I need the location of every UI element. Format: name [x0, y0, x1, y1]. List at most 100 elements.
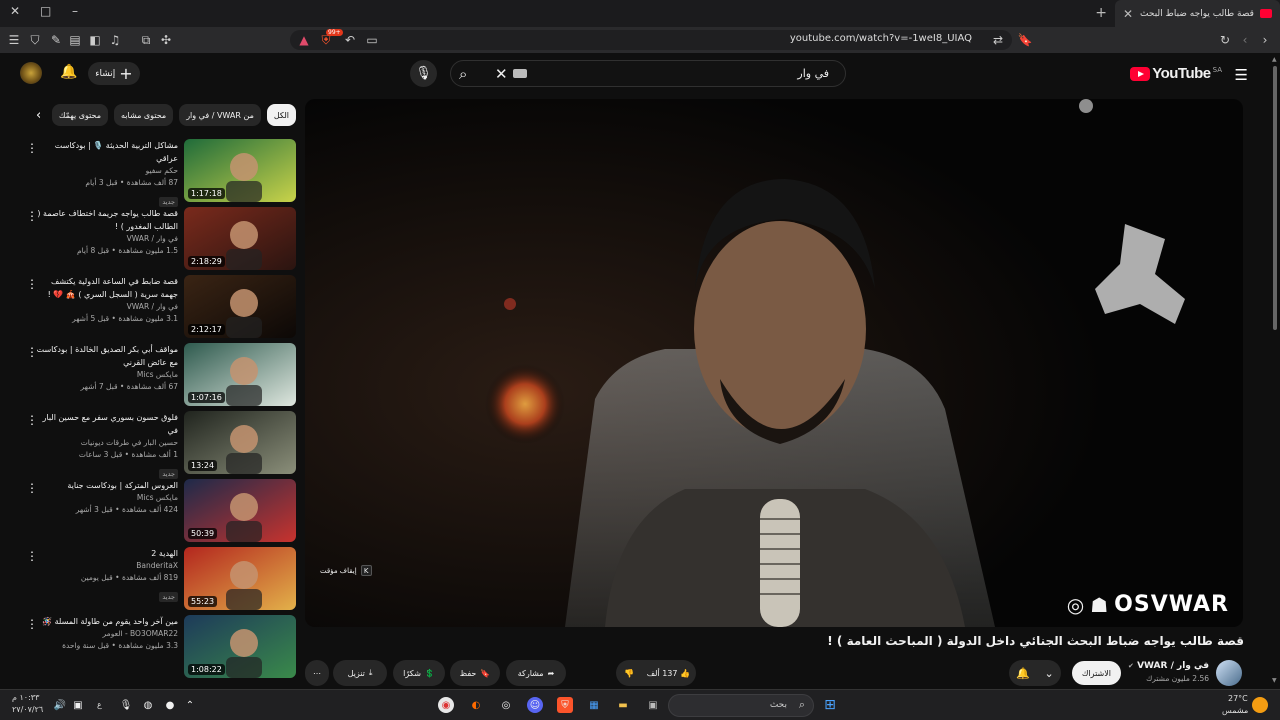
video-thumbnail[interactable]: 1:08:22 — [184, 615, 296, 678]
screenshot-icon[interactable]: ⧉ — [138, 32, 154, 48]
chip-all[interactable]: الكل — [266, 104, 296, 126]
video-thumbnail[interactable]: 2:12:17 — [184, 275, 296, 338]
language-indicator[interactable]: ع — [97, 700, 102, 709]
show-hidden-icons-icon[interactable]: ⌃ — [182, 697, 198, 713]
subscribe-button[interactable]: الاشتراك — [1071, 661, 1121, 685]
more-options-icon[interactable]: ⋮ — [26, 549, 38, 563]
more-options-icon[interactable]: ⋮ — [26, 277, 38, 291]
related-video-title[interactable]: مواقف أبي بكر الصديق الخالدة | بودكاست م… — [32, 343, 178, 369]
minimize-window-icon[interactable]: – — [72, 4, 78, 18]
weather-desc[interactable]: مشمس — [1222, 706, 1248, 715]
notifications-bell-icon[interactable]: 🔔 — [60, 64, 77, 80]
related-video-item[interactable]: 55:23 الهدية 2 BanderitaX 819 ألف مشاهدة • … — [24, 547, 296, 615]
brave-rewards-icon[interactable]: ▲ — [296, 32, 312, 48]
keyboard-icon[interactable] — [513, 69, 527, 78]
record-tray-icon[interactable]: ● — [162, 697, 178, 713]
shield-icon[interactable]: ⛉ — [27, 32, 43, 48]
clock-time[interactable]: ١٠:٣٣ م — [12, 693, 39, 702]
back-icon[interactable]: ‹ — [1237, 32, 1253, 48]
mic-tray-icon[interactable]: 🎙 — [118, 697, 134, 713]
close-tab-icon[interactable]: ✕ — [1123, 7, 1133, 21]
related-video-title[interactable]: مين آخر واحد يقوم من طاولة المسلة 🪅 — [32, 615, 178, 628]
clock-date[interactable]: ٢٧/٠٧/٢٦ — [12, 705, 43, 714]
obs-icon[interactable]: ◎ — [498, 697, 514, 713]
related-video-item[interactable]: 2:12:17 قصة ضابط في الساعة الدولية يكتشف … — [24, 275, 296, 343]
chip-from-channel[interactable]: من VWAR / في وار — [179, 104, 261, 126]
video-thumbnail[interactable]: 1:07:16 — [184, 343, 296, 406]
browser-tab[interactable]: قصة طالب يواجه ضباط البحث ال ✕ — [1115, 0, 1280, 27]
related-video-item[interactable]: 13:24 فلوق حسون بسوري سفر مع حسين البار ف… — [24, 411, 296, 479]
video-thumbnail[interactable]: 55:23 — [184, 547, 296, 610]
channel-name[interactable]: في وار / VWAR ✔ — [1128, 661, 1209, 671]
related-video-title[interactable]: قصة طالب يواجه جريمة اختطاف عاصمة ( الطا… — [32, 207, 178, 233]
pen-icon[interactable]: ✎ — [48, 32, 64, 48]
create-button[interactable]: إنشاء + — [88, 62, 140, 85]
related-video-title[interactable]: فلوق حسون بسوري سفر مع حسين البار في — [32, 411, 178, 437]
share-button[interactable]: ➦ مشاركة — [506, 660, 566, 686]
video-thumbnail[interactable]: 1:17:18 — [184, 139, 296, 202]
network-icon[interactable]: ▣ — [70, 697, 86, 713]
address-bar[interactable]: ▲ ⛨ 99+ ↶ ▭ youtube.com/watch?v=-1weI8_U… — [290, 29, 1012, 50]
related-channel-name[interactable]: حسين البار في طرقات ديونيات — [32, 437, 178, 449]
guide-menu-icon[interactable]: ☰ — [1235, 66, 1248, 84]
scroll-up-icon[interactable]: ▲ — [1272, 56, 1277, 63]
voice-search-button[interactable]: 🎙 — [410, 60, 437, 87]
related-video-item[interactable]: 2:18:29 قصة طالب يواجه جريمة اختطاف عاصمة… — [24, 207, 296, 275]
page-scrollbar[interactable]: ▲ ▼ — [1272, 56, 1278, 684]
more-options-icon[interactable]: ⋮ — [26, 617, 38, 631]
scrollbar-thumb[interactable] — [1273, 66, 1277, 330]
youtube-logo[interactable]: YouTube SA — [1130, 65, 1222, 82]
related-channel-name[interactable]: مايكس Mics — [32, 492, 178, 504]
reader-icon[interactable]: ▤ — [67, 32, 83, 48]
chrome-icon[interactable]: ◉ — [438, 697, 454, 713]
video-thumbnail[interactable]: 13:24 — [184, 411, 296, 474]
file-explorer-icon[interactable]: ▬ — [615, 697, 631, 713]
firefox-icon[interactable]: ◐ — [468, 697, 484, 713]
clear-search-icon[interactable]: ✕ — [495, 65, 508, 83]
menu-icon[interactable]: ☰ — [6, 32, 22, 48]
related-video-title[interactable]: مشاكل التربية الحديثة 🎙️ | بودكاست عراقي — [32, 139, 178, 165]
more-actions-button[interactable]: ⋯ — [305, 660, 329, 686]
chip-similar[interactable]: محتوى مشابه — [114, 104, 174, 126]
channel-avatar[interactable] — [1216, 660, 1242, 686]
chip-for-you[interactable]: محتوى يهمّك — [51, 104, 108, 126]
related-video-item[interactable]: 1:17:18 مشاكل التربية الحديثة 🎙️ | بودكاس… — [24, 139, 296, 207]
related-channel-name[interactable]: في وار / VWAR — [32, 301, 178, 313]
discord-icon[interactable]: ☺ — [527, 697, 543, 713]
extensions-icon[interactable]: ✣ — [158, 32, 174, 48]
bookmark-icon[interactable]: 🔖 — [1017, 32, 1033, 48]
close-window-icon[interactable]: ✕ — [10, 4, 20, 18]
maximize-window-icon[interactable]: □ — [40, 4, 51, 18]
task-view-icon[interactable]: ▣ — [645, 697, 661, 713]
tray-app-icon[interactable]: ◍ — [140, 697, 156, 713]
site-settings-icon[interactable]: ⇄ — [990, 32, 1006, 48]
thanks-button[interactable]: 💲 شكرًا — [393, 660, 445, 686]
sidebar-icon[interactable]: ◧ — [87, 32, 103, 48]
related-video-title[interactable]: قصة ضابط في الساعة الدولية يكتشف جهمة سر… — [32, 275, 178, 301]
weather-temp[interactable]: 27°C — [1228, 694, 1248, 703]
more-options-icon[interactable]: ⋮ — [26, 141, 38, 155]
more-options-icon[interactable]: ⋮ — [26, 413, 38, 427]
weather-sun-icon[interactable] — [1252, 697, 1268, 713]
related-channel-name[interactable]: مايكس Mics — [32, 369, 178, 381]
forward-icon[interactable]: › — [1257, 32, 1273, 48]
video-thumbnail[interactable]: 50:39 — [184, 479, 296, 542]
reload-icon[interactable]: ↻ — [1217, 32, 1233, 48]
save-button[interactable]: 🔖 حفظ — [450, 660, 500, 686]
related-video-title[interactable]: العروس المتركة | بودكاست جناية — [32, 479, 178, 492]
new-tab-button[interactable]: + — [1095, 5, 1107, 21]
related-channel-name[interactable]: حكم سفيو — [32, 165, 178, 177]
music-icon[interactable]: ♫ — [107, 32, 123, 48]
brave-icon[interactable]: ⛨ — [557, 697, 573, 713]
related-video-item[interactable]: 1:07:16 مواقف أبي بكر الصديق الخالدة | بو… — [24, 343, 296, 411]
more-options-icon[interactable]: ⋮ — [26, 209, 38, 223]
like-button[interactable]: 👍 137 ألف — [647, 669, 690, 678]
search-icon[interactable]: ⌕ — [459, 65, 467, 83]
search-box[interactable]: في وار ✕ ⌕ — [450, 60, 846, 87]
cast-icon[interactable]: ▭ — [364, 32, 380, 48]
related-video-title[interactable]: الهدية 2 — [32, 547, 178, 560]
account-avatar[interactable] — [20, 62, 42, 84]
volume-icon[interactable]: 🔊 — [52, 697, 68, 713]
related-video-item[interactable]: 50:39 العروس المتركة | بودكاست جناية مايكس… — [24, 479, 296, 547]
dislike-button[interactable]: 👎 — [624, 669, 634, 678]
